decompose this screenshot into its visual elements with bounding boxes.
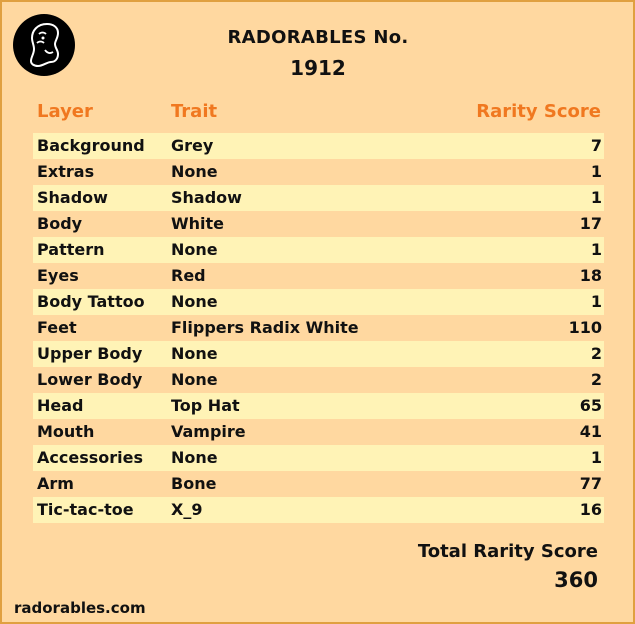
- table-row: Lower Body None 2: [33, 367, 604, 393]
- score-cell: 7: [590, 136, 602, 155]
- total-rarity-label: Total Rarity Score: [417, 541, 598, 562]
- trait-cell: X_9: [171, 500, 203, 519]
- score-cell: 16: [579, 500, 602, 519]
- table-header: Layer Trait Rarity Score: [31, 101, 602, 127]
- site-link[interactable]: radorables.com: [14, 599, 146, 617]
- header-layer: Layer: [37, 101, 93, 122]
- table-row: Body Tattoo None 1: [33, 289, 604, 315]
- trait-cell: Flippers Radix White: [171, 318, 359, 337]
- layer-cell: Body: [37, 214, 83, 233]
- total-rarity-value: 360: [554, 568, 598, 592]
- table-row: Feet Flippers Radix White 110: [33, 315, 604, 341]
- table-row: Body White 17: [33, 211, 604, 237]
- table-row: Accessories None 1: [33, 445, 604, 471]
- layer-cell: Upper Body: [37, 344, 143, 363]
- table-row: Arm Bone 77: [33, 471, 604, 497]
- table-row: Shadow Shadow 1: [33, 185, 604, 211]
- trait-cell: None: [171, 448, 218, 467]
- table-row: Eyes Red 18: [33, 263, 604, 289]
- layer-cell: Background: [37, 136, 145, 155]
- score-cell: 17: [579, 214, 602, 233]
- layer-cell: Mouth: [37, 422, 95, 441]
- score-cell: 2: [590, 344, 602, 363]
- trait-cell: None: [171, 162, 218, 181]
- layer-cell: Tic-tac-toe: [37, 500, 134, 519]
- layer-cell: Feet: [37, 318, 77, 337]
- layer-cell: Eyes: [37, 266, 79, 285]
- score-cell: 110: [568, 318, 602, 337]
- trait-cell: Grey: [171, 136, 214, 155]
- layer-cell: Body Tattoo: [37, 292, 145, 311]
- table-row: Extras None 1: [33, 159, 604, 185]
- score-cell: 18: [579, 266, 602, 285]
- score-cell: 1: [590, 162, 602, 181]
- layer-cell: Arm: [37, 474, 74, 493]
- table-row: Head Top Hat 65: [33, 393, 604, 419]
- table-row: Tic-tac-toe X_9 16: [33, 497, 604, 523]
- score-cell: 77: [579, 474, 602, 493]
- layer-cell: Lower Body: [37, 370, 143, 389]
- score-cell: 1: [590, 188, 602, 207]
- trait-cell: Bone: [171, 474, 217, 493]
- score-cell: 1: [590, 240, 602, 259]
- table-row: Upper Body None 2: [33, 341, 604, 367]
- trait-cell: None: [171, 370, 218, 389]
- table-row: Background Grey 7: [33, 133, 604, 159]
- score-cell: 1: [590, 448, 602, 467]
- layer-cell: Accessories: [37, 448, 143, 467]
- trait-cell: Red: [171, 266, 206, 285]
- layer-cell: Head: [37, 396, 84, 415]
- trait-cell: None: [171, 240, 218, 259]
- trait-cell: None: [171, 344, 218, 363]
- layer-cell: Extras: [37, 162, 95, 181]
- logo-outline-icon: [29, 22, 60, 68]
- traits-table: Background Grey 7 Extras None 1 Shadow S…: [33, 133, 604, 523]
- layer-cell: Shadow: [37, 188, 108, 207]
- header-rarity-score: Rarity Score: [476, 101, 601, 122]
- score-cell: 65: [579, 396, 602, 415]
- score-cell: 41: [579, 422, 602, 441]
- score-cell: 2: [590, 370, 602, 389]
- trait-cell: Vampire: [171, 422, 246, 441]
- radorable-card: RADORABLES No. 1912 Layer Trait Rarity S…: [0, 0, 635, 624]
- trait-cell: Shadow: [171, 188, 242, 207]
- table-row: Pattern None 1: [33, 237, 604, 263]
- card-number: 1912: [290, 56, 346, 80]
- trait-cell: None: [171, 292, 218, 311]
- layer-cell: Pattern: [37, 240, 105, 259]
- trait-cell: White: [171, 214, 225, 233]
- header-trait: Trait: [171, 101, 218, 122]
- score-cell: 1: [590, 292, 602, 311]
- radorables-logo-icon: [13, 14, 75, 76]
- trait-cell: Top Hat: [171, 396, 240, 415]
- table-row: Mouth Vampire 41: [33, 419, 604, 445]
- card-title: RADORABLES No.: [227, 27, 409, 48]
